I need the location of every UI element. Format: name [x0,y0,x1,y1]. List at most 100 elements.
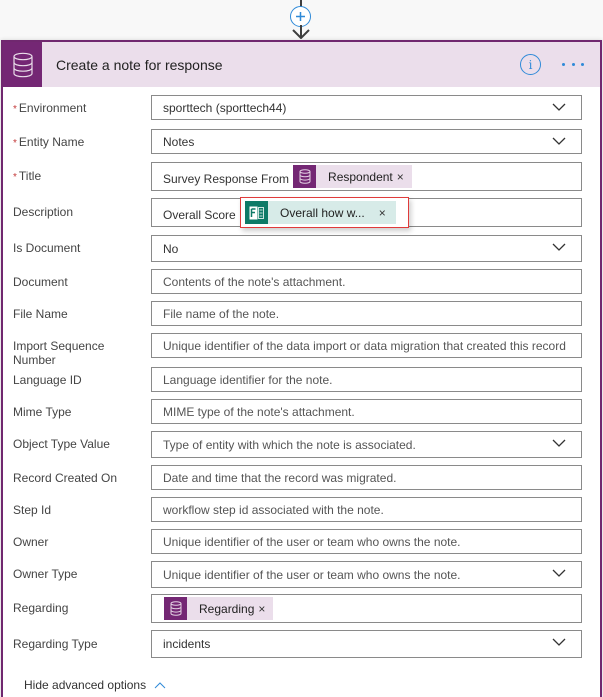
chevron-down-icon [552,103,566,111]
language-id-label: Language ID [13,373,82,387]
step-id-placeholder: workflow step id associated with the not… [163,502,384,517]
object-type-value-placeholder: Type of entity with which the note is as… [163,437,416,452]
step-id-input[interactable]: workflow step id associated with the not… [151,497,582,522]
hide-advanced-options-button[interactable]: Hide advanced options [24,678,166,692]
is-document-value: No [163,241,179,256]
regarding-input[interactable]: Regarding × [151,594,582,623]
respondent-token[interactable]: Respondent × [293,165,412,188]
owner-type-placeholder: Unique identifier of the user or team wh… [163,567,461,582]
info-glyph: i [528,57,533,72]
arrow-down-icon [292,25,310,39]
document-label: Document [13,275,68,289]
remove-token-icon[interactable]: × [397,170,404,184]
overall-score-token[interactable]: Overall how w... × [245,201,396,224]
language-id-input[interactable]: Language identifier for the note. [151,367,582,392]
ellipsis-dot [581,62,584,66]
label-text: Regarding Type [13,637,98,651]
label-text: Is Document [13,241,81,255]
owner-input[interactable]: Unique identifier of the user or team wh… [151,529,582,554]
remove-token-icon[interactable]: × [379,206,386,220]
forms-icon [245,201,268,224]
label-text: Language ID [13,373,82,387]
dragging-token[interactable]: Overall how w... × [240,197,409,228]
mime-type-label: Mime Type [13,405,71,419]
owner-placeholder: Unique identifier of the user or team wh… [163,534,461,549]
environment-value: sporttech (sporttech44) [163,100,287,115]
label-text: Owner Type [13,567,78,581]
ellipsis-dot [571,62,575,66]
database-icon [3,42,42,87]
label-text: File Name [13,307,68,321]
import-sequence-number-input[interactable]: Unique identifier of the data import or … [151,333,582,358]
language-id-placeholder: Language identifier for the note. [163,372,333,387]
chevron-down-icon [552,439,566,447]
title-label: * Title [13,169,41,185]
label-text: Description [13,205,74,219]
label-text: Environment [18,101,87,115]
import-sequence-number-label: Import Sequence Number [13,339,133,367]
info-icon[interactable]: i [520,54,541,75]
required-marker: * [13,172,17,183]
regarding-type-label: Regarding Type [13,637,98,651]
mime-type-placeholder: MIME type of the note's attachment. [163,404,355,419]
document-input[interactable]: Contents of the note's attachment. [151,269,582,294]
chevron-down-icon [552,569,566,577]
owner-type-dropdown[interactable]: Unique identifier of the user or team wh… [151,561,582,588]
record-created-on-label: Record Created On [13,471,117,485]
file-name-input[interactable]: File name of the note. [151,301,582,326]
plus-icon [296,12,305,21]
chevron-up-icon [154,681,166,688]
label-text: Mime Type [13,405,72,419]
document-placeholder: Contents of the note's attachment. [163,274,346,289]
entity-name-label: * Entity Name [13,135,84,151]
environment-dropdown[interactable]: sporttech (sporttech44) [151,95,582,120]
token-label: Overall how w... [280,205,365,220]
advanced-toggle-label: Hide advanced options [24,678,147,692]
more-options-button[interactable] [562,54,584,74]
label-text: Import Sequence Number [13,339,105,367]
required-marker: * [13,138,17,149]
is-document-label: Is Document [13,241,80,255]
database-icon [164,597,187,620]
description-prefix-text: Overall Score : [163,207,243,222]
required-marker: * [13,104,17,115]
is-document-dropdown[interactable]: No [151,235,582,262]
file-name-placeholder: File name of the note. [163,306,280,321]
label-text: Entity Name [18,135,85,149]
regarding-type-value: incidents [163,637,211,651]
record-created-on-placeholder: Date and time that the record was migrat… [163,470,397,485]
label-text: Record Created On [13,471,118,485]
title-input[interactable]: Survey Response From Respondent × [151,162,582,191]
database-icon [293,165,317,188]
chevron-down-icon [552,638,566,646]
owner-type-label: Owner Type [13,567,77,581]
label-text: Document [13,275,68,289]
add-step-button[interactable] [290,6,311,27]
title-prefix-text: Survey Response From [163,171,290,186]
description-label: Description [13,205,73,219]
record-created-on-input[interactable]: Date and time that the record was migrat… [151,465,582,490]
chevron-down-icon [552,137,566,145]
label-text: Owner [13,535,49,549]
card-header[interactable]: Create a note for response i [3,42,600,87]
entity-name-dropdown[interactable]: Notes [151,129,582,154]
ellipsis-dot [562,62,565,66]
step-id-label: Step Id [13,503,51,517]
token-label: Regarding [199,601,255,616]
remove-token-icon[interactable]: × [258,602,265,616]
object-type-value-label: Object Type Value [13,437,110,451]
regarding-type-dropdown[interactable]: incidents [151,630,582,658]
object-type-value-dropdown[interactable]: Type of entity with which the note is as… [151,431,582,458]
import-sequence-number-placeholder: Unique identifier of the data import or … [163,338,566,353]
owner-label: Owner [13,535,48,549]
regarding-label: Regarding [13,601,68,615]
card-title: Create a note for response [56,56,223,73]
regarding-token[interactable]: Regarding × [164,597,274,620]
file-name-label: File Name [13,307,68,321]
token-label: Respondent [328,169,393,184]
label-text: Object Type Value [13,437,110,451]
label-text: Title [18,169,42,183]
chevron-down-icon [552,243,566,251]
entity-name-value: Notes [163,134,195,149]
mime-type-input[interactable]: MIME type of the note's attachment. [151,399,582,424]
